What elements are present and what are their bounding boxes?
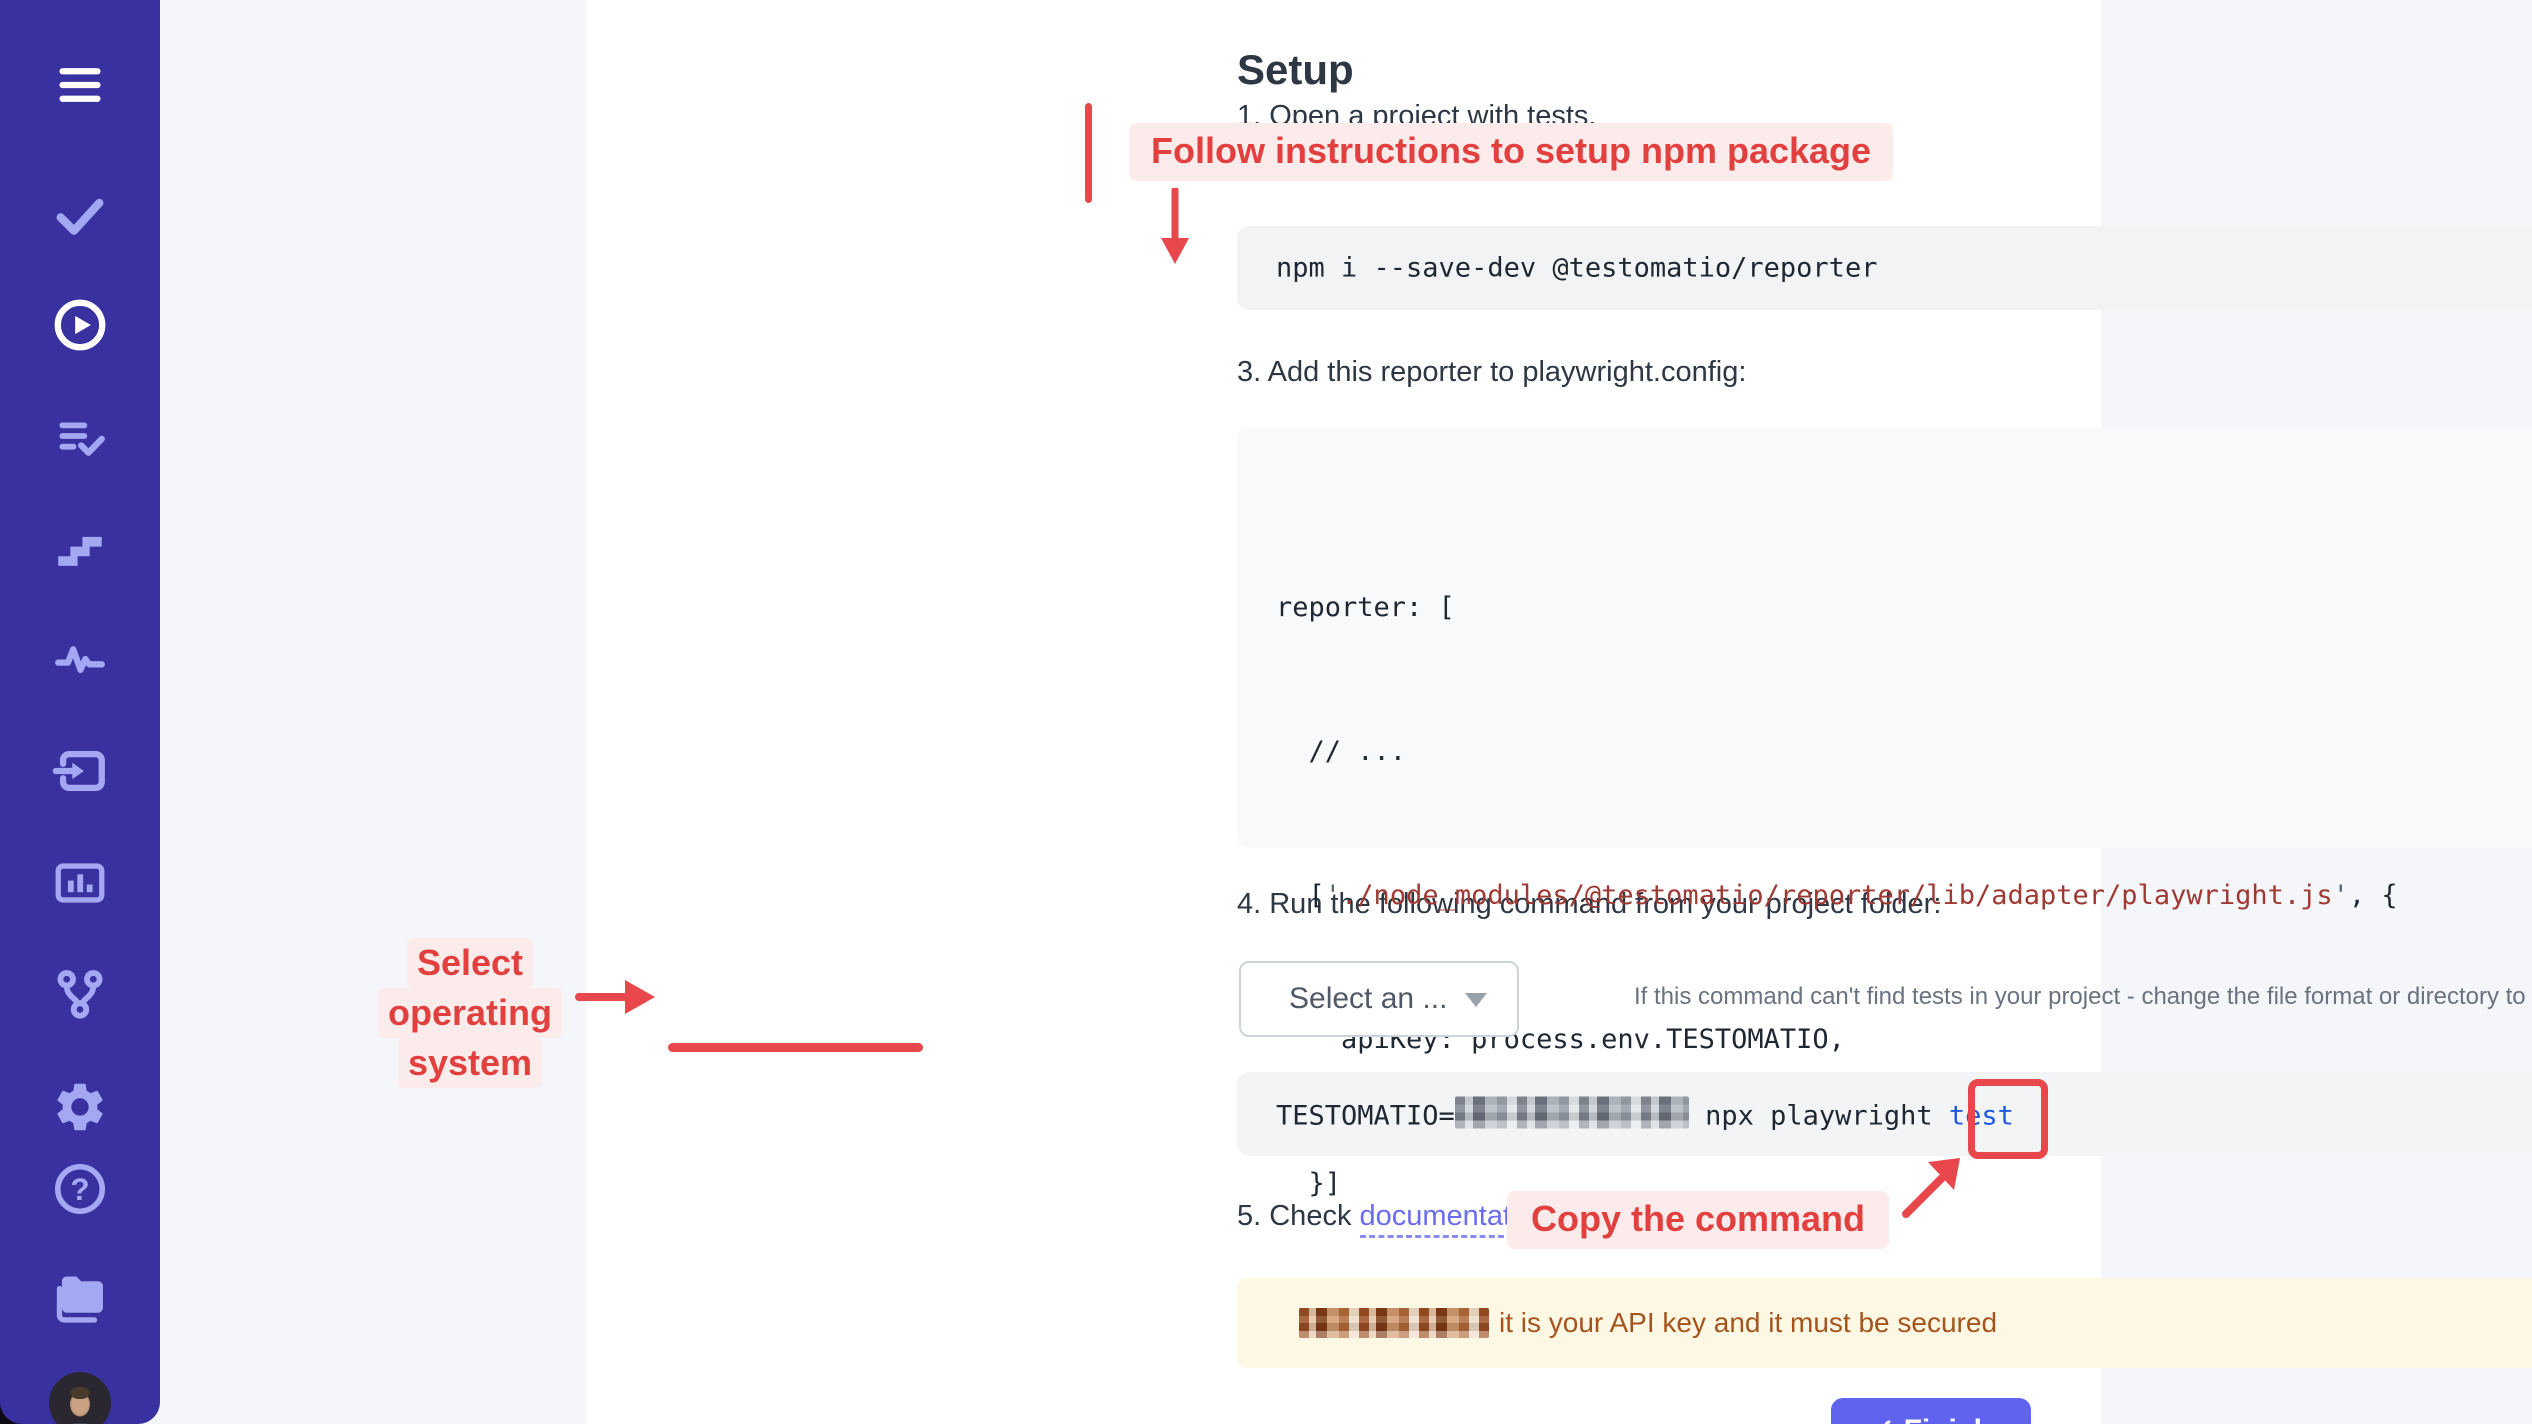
menu-icon[interactable] bbox=[51, 56, 109, 114]
activity-icon[interactable] bbox=[51, 630, 109, 688]
check-icon[interactable] bbox=[51, 186, 109, 244]
setup-page: ? Setup 1. Open a project with tests. 2.… bbox=[0, 0, 2532, 1424]
annotation-select-os: Select operating system bbox=[372, 938, 568, 1088]
code-npm-install: npm i --save-dev @testomatio/reporter bbox=[1276, 253, 1877, 284]
svg-text:?: ? bbox=[70, 1172, 89, 1207]
avatar[interactable] bbox=[49, 1372, 111, 1424]
code-block-run-command: TESTOMATIO= npx playwright test bbox=[1237, 1072, 2532, 1156]
annotation-copy-command: Copy the command bbox=[1507, 1191, 1889, 1249]
arrow-right-icon bbox=[575, 972, 661, 1022]
page-title: Setup bbox=[1237, 46, 1354, 94]
folder-icon[interactable] bbox=[51, 1268, 109, 1326]
bar-chart-icon[interactable] bbox=[51, 854, 109, 912]
code-block-npm-install: npm i --save-dev @testomatio/reporter bbox=[1237, 226, 2532, 310]
steps-icon[interactable] bbox=[51, 520, 109, 578]
task-list-icon[interactable] bbox=[51, 408, 109, 466]
annotation-npm: Follow instructions to setup npm package bbox=[1129, 123, 1893, 181]
chevron-down-icon bbox=[1465, 993, 1487, 1007]
scan-hint-text: If this command can't find tests in your… bbox=[1634, 983, 2532, 1011]
arrow-down-icon bbox=[1145, 188, 1205, 266]
help-icon[interactable]: ? bbox=[51, 1160, 109, 1218]
gear-icon[interactable] bbox=[51, 1078, 109, 1136]
finish-button[interactable]: ✓ Finish bbox=[1831, 1398, 2031, 1424]
warning-text: it is your API key and it must be secure… bbox=[1499, 1307, 1997, 1339]
step-3: 3. Add this reporter to playwright.confi… bbox=[1237, 356, 1746, 389]
sidebar: ? bbox=[0, 0, 160, 1424]
run-command: TESTOMATIO= npx playwright test bbox=[1276, 1097, 2014, 1132]
branch-icon[interactable] bbox=[51, 966, 109, 1024]
os-select-value: Select an ... bbox=[1289, 982, 1447, 1016]
os-select-dropdown[interactable]: Select an ... bbox=[1239, 961, 1519, 1037]
import-icon[interactable] bbox=[51, 742, 109, 800]
annotation-underline bbox=[668, 1043, 923, 1052]
arrow-up-right-icon bbox=[1896, 1152, 1968, 1224]
blurred-api-key bbox=[1299, 1308, 1489, 1338]
blurred-api-key bbox=[1455, 1097, 1689, 1129]
api-key-warning: it is your API key and it must be secure… bbox=[1237, 1278, 2532, 1368]
annotation-divider-line bbox=[1085, 103, 1092, 203]
code-block-reporter-config: reporter: [ // ... ['./node_modules/@tes… bbox=[1237, 428, 2532, 848]
copy-button-highlight-box bbox=[1968, 1079, 2048, 1159]
play-circle-icon[interactable] bbox=[51, 296, 109, 354]
